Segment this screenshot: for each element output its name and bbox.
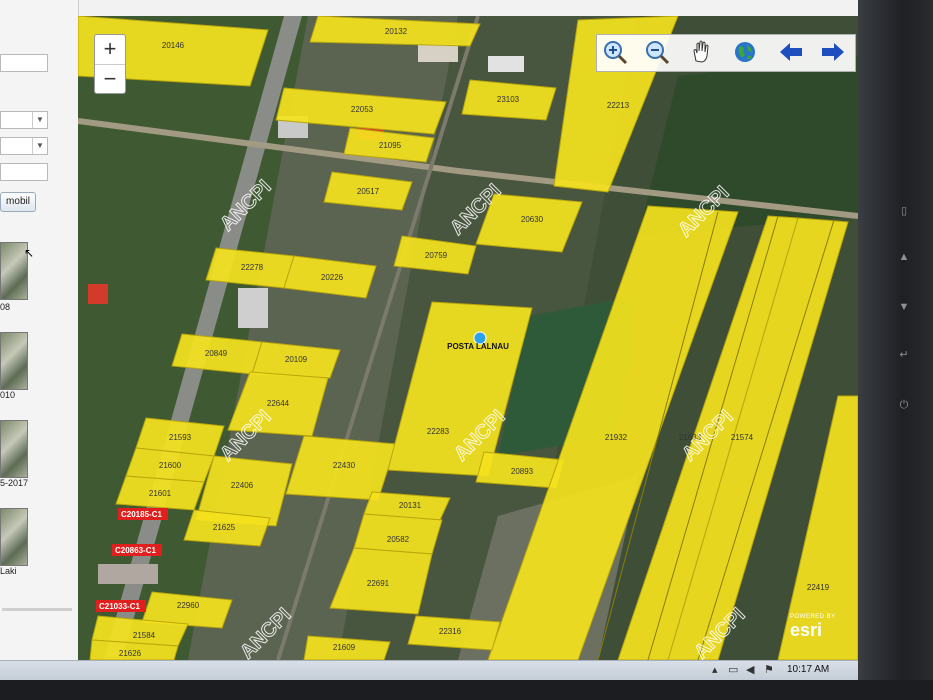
thumb-label-4: Laki <box>0 566 17 576</box>
parcel-number-label: 22278 <box>241 263 264 272</box>
parcel-number-label: 22960 <box>177 601 200 610</box>
thumb-label-2: 010 <box>0 390 16 400</box>
parcel-number-label: 21601 <box>149 489 172 498</box>
esri-logo: esri <box>790 620 823 640</box>
esri-attribution[interactable]: POWERED BY esri <box>790 614 836 641</box>
parcel-number-label: 22419 <box>807 583 830 592</box>
parcel-number-label: 21574 <box>731 433 754 442</box>
monitor-up-icon[interactable]: ▲ <box>897 250 911 264</box>
building <box>418 44 458 62</box>
parcel-polygon[interactable] <box>353 513 443 555</box>
parcel-number-label: 21584 <box>133 631 156 640</box>
parcel-number-label: 21600 <box>159 461 182 470</box>
building <box>98 564 158 584</box>
parcel-number-label: 22053 <box>351 105 374 114</box>
back-arrow-icon[interactable] <box>777 39 805 67</box>
tray-monitor-icon[interactable]: ▭ <box>728 663 738 676</box>
parcel-number-label: 22316 <box>439 627 462 636</box>
windows-taskbar: ▴ ▭ ◀ ⚑ 10:17 AM <box>0 660 860 681</box>
basemap-thumbnail-4[interactable] <box>0 508 28 566</box>
monitor-down-icon[interactable]: ▼ <box>897 300 911 314</box>
parcel-number-label: 22691 <box>367 579 390 588</box>
globe-icon[interactable] <box>731 39 759 67</box>
monitor-bezel-bottom <box>0 680 933 700</box>
parcel-number-label: 22213 <box>607 101 630 110</box>
poi-label: POSTA LALNAU <box>447 342 509 351</box>
parcel-number-label: 20849 <box>205 349 228 358</box>
tray-volume-icon[interactable]: ◀ <box>746 663 754 676</box>
taskbar-clock[interactable]: 10:17 AM <box>787 664 829 675</box>
chevron-down-icon: ▼ <box>32 138 47 154</box>
parcel-number-label: 22283 <box>427 427 450 436</box>
parcel-number-label: 20226 <box>321 273 344 282</box>
tray-flag-icon[interactable]: ⚑ <box>764 663 774 676</box>
map-toolbar <box>596 34 856 72</box>
left-panel: ▼ ▼ mobil ↖ 08 010 5-2017 Laki <box>0 0 79 660</box>
left-panel-field[interactable] <box>0 54 48 72</box>
building <box>238 288 268 328</box>
parcel-number-label: 21932 <box>605 433 628 442</box>
parcel-number-label: 21593 <box>169 433 192 442</box>
time-slider[interactable] <box>2 608 72 611</box>
cursor-icon: ↖ <box>24 246 35 260</box>
parcel-number-label: 21625 <box>213 523 236 532</box>
building-label-text: C21033-C1 <box>99 602 140 611</box>
monitor-enter-icon[interactable]: ↵ <box>897 348 911 362</box>
chevron-down-icon: ▼ <box>32 112 47 128</box>
parcel-number-label: 22430 <box>333 461 356 470</box>
parcel-number-label: 21095 <box>379 141 402 150</box>
zoom-out-button[interactable]: − <box>95 65 125 94</box>
window-top-strip <box>78 0 870 17</box>
building <box>88 284 108 304</box>
parcel-number-label: 20146 <box>162 41 185 50</box>
zoom-control: + − <box>94 34 126 94</box>
tray-chevron-up-icon[interactable]: ▴ <box>712 663 718 676</box>
parcel-number-label: 20109 <box>285 355 308 364</box>
thumb-label-1: 08 <box>0 302 11 312</box>
parcel-number-label: 22644 <box>267 399 290 408</box>
building-label-text: C20863-C1 <box>115 546 156 555</box>
screen: ▼ ▼ mobil ↖ 08 010 5-2017 Laki 20146 201… <box>0 0 870 690</box>
parcel-number-label: 20131 <box>399 501 422 510</box>
parcel-number-label: 20630 <box>521 215 544 224</box>
monitor-bezel <box>858 0 933 700</box>
parcel-number-label: 23103 <box>497 95 520 104</box>
left-panel-dropdown-1[interactable]: ▼ <box>0 111 48 129</box>
building <box>488 56 524 72</box>
basemap-thumbnail-3[interactable] <box>0 420 28 478</box>
parcel-number-label: 20582 <box>387 535 410 544</box>
parcel-number-label: 20893 <box>511 467 534 476</box>
thumb-label-3: 5-2017 <box>0 478 29 488</box>
zoom-out-icon[interactable] <box>643 39 671 67</box>
monitor-power-icon[interactable]: ⏻ <box>897 398 911 412</box>
pan-hand-icon[interactable] <box>687 39 715 67</box>
zoom-in-icon[interactable] <box>601 39 629 67</box>
forward-arrow-icon[interactable] <box>819 39 847 67</box>
parcel-number-label: 20517 <box>357 187 380 196</box>
left-panel-input[interactable] <box>0 163 48 181</box>
mobil-button[interactable]: mobil <box>0 192 36 212</box>
map-view[interactable]: 20146 20132 22053 23103 22213 21095 20517 20630… <box>78 16 858 660</box>
parcel-number-label: 20132 <box>385 27 408 36</box>
left-panel-dropdown-2[interactable]: ▼ <box>0 137 48 155</box>
parcel-number-label: 22406 <box>231 481 254 490</box>
monitor-menu-icon[interactable]: ▯ <box>897 204 911 218</box>
building-label-text: C20185-C1 <box>121 510 162 519</box>
basemap-thumbnail-2[interactable] <box>0 332 28 390</box>
zoom-in-button[interactable]: + <box>95 35 125 65</box>
map-canvas[interactable]: 20146 20132 22053 23103 22213 21095 20517 20630… <box>78 16 858 660</box>
parcel-number-label: 21626 <box>119 649 142 658</box>
parcel-number-label: 20759 <box>425 251 448 260</box>
parcel-number-label: 21609 <box>333 643 356 652</box>
